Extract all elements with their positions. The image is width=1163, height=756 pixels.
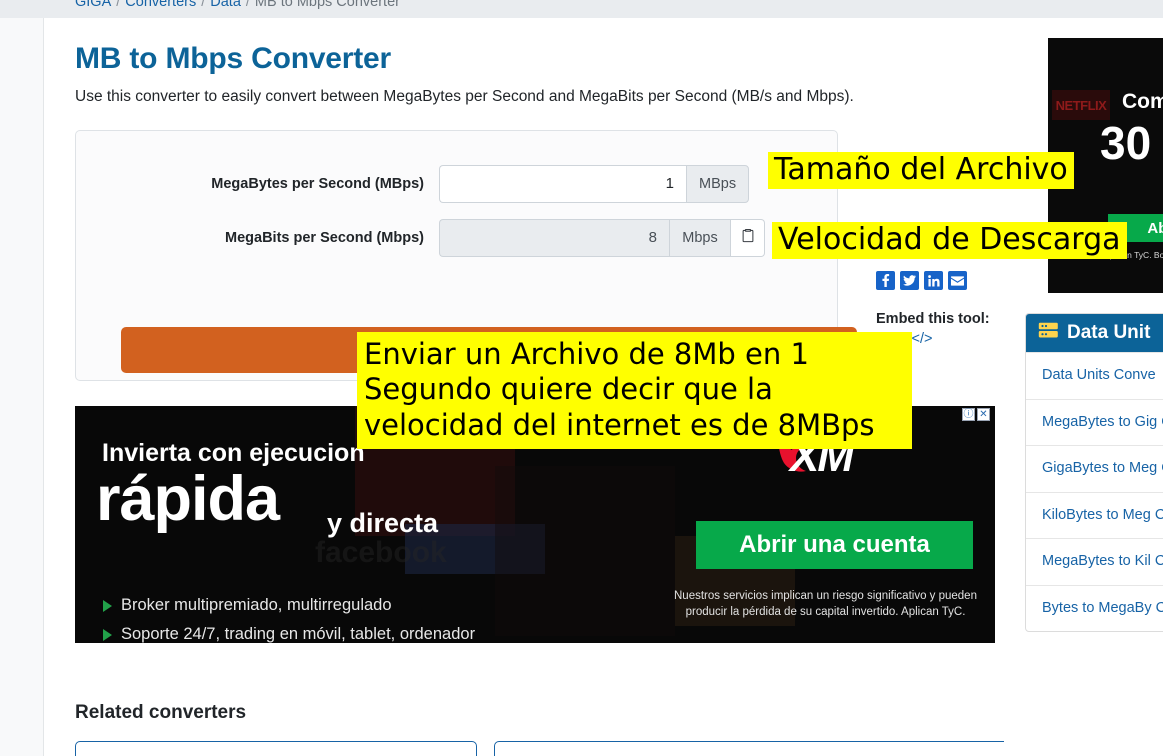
breadcrumb-current: MB to Mbps Converter (254, 0, 400, 10)
ad-disclaimer: Nuestros servicios implican un riesgo si… (674, 590, 977, 618)
converter-output-row: MegaBits per Second (Mbps) 8 Mbps (76, 219, 837, 259)
breadcrumb-separator: / (116, 0, 121, 10)
converter-input-row: MegaBytes per Second (MBps) 1 MBps (76, 165, 837, 205)
close-icon[interactable]: ✕ (977, 408, 990, 421)
linkedin-icon[interactable] (924, 271, 943, 290)
ad-bullet-text: Broker multipremiado, multirregulado (121, 596, 392, 614)
page-root: GIGA / Converters / Data / MB to Mbps Converte… (0, 0, 1163, 756)
embed-title: Embed this tool: (876, 311, 990, 327)
related-converters-title: Related converters (75, 702, 247, 723)
input-unit-label: MBps (686, 165, 750, 203)
annotation-note: Enviar un Archivo de 8Mb en 1 Segundo qu… (357, 332, 912, 450)
sidebar-item-gb-to-mb[interactable]: GigaBytes to Meg Converter (1026, 445, 1163, 492)
ad-headline-2: rápida (96, 464, 280, 534)
twitter-icon[interactable] (900, 271, 919, 290)
left-gutter (0, 18, 44, 756)
input-row-label: MegaBytes per Second (MBps) (211, 176, 424, 192)
output-row-label: MegaBits per Second (Mbps) (225, 230, 424, 246)
breadcrumb-separator: / (201, 0, 206, 10)
sidebar-item-mb-to-kb[interactable]: MegaBytes to Kil Converter (1026, 538, 1163, 585)
breadcrumb-separator: / (245, 0, 250, 10)
breadcrumb-item-converters[interactable]: Converters (125, 0, 196, 10)
output-field-group: 8 Mbps (439, 219, 765, 257)
ad-bullet: Soporte 24/7, trading en móvil, tablet, … (103, 625, 475, 644)
sidebar-item-data-units[interactable]: Data Units Conve (1026, 352, 1163, 399)
page-title: MB to Mbps Converter (75, 42, 392, 75)
mbps-input[interactable]: 1 (439, 165, 686, 203)
rail-ad-line-2: 30 (1100, 117, 1152, 169)
annotation-file-size: Tamaño del Archivo (768, 152, 1074, 189)
email-icon[interactable] (948, 271, 967, 290)
ad-headline-3: y directa (327, 508, 439, 538)
sidebar-item-bytes-to-mb[interactable]: Bytes to MegaBy Converter (1026, 584, 1163, 632)
widget-header: Data Unit (1026, 314, 1163, 352)
rail-ad-line-1: Comien (1122, 90, 1163, 113)
mbit-output[interactable]: 8 (439, 219, 669, 257)
related-converter-card[interactable] (75, 741, 477, 756)
ad-bullet-text: Soporte 24/7, trading en móvil, tablet, … (121, 625, 476, 643)
widget-header-label: Data Unit (1067, 322, 1151, 343)
triangle-icon (103, 628, 112, 641)
right-sidebar: NETFLIX Comien 30 gr Abrir u Aplican TyC… (1004, 18, 1163, 756)
ad-bg-watermark: facebook (315, 536, 447, 569)
sidebar-item-mb-to-gb[interactable]: MegaBytes to Gig Converter (1026, 398, 1163, 446)
ad-controls[interactable]: ⓘ ✕ (962, 408, 990, 421)
breadcrumb-item-data[interactable]: Data (210, 0, 241, 10)
ad-bullet: Broker multipremiado, multirregulado (103, 596, 392, 615)
data-unit-widget: Data Unit Data Units Conve MegaBytes to … (1025, 313, 1163, 633)
input-field-group: 1 MBps (439, 165, 750, 203)
page-description: Use this converter to easily convert bet… (75, 88, 854, 105)
breadcrumb-item-giga[interactable]: GIGA (75, 0, 111, 10)
copy-button[interactable] (731, 219, 765, 257)
server-icon (1038, 322, 1059, 345)
sidebar-item-kb-to-mb[interactable]: KiloBytes to Meg Converter (1026, 491, 1163, 539)
ad-cta-button[interactable]: Abrir una cuenta (696, 521, 973, 569)
share-icons (876, 271, 1006, 290)
breadcrumb: GIGA / Converters / Data / MB to Mbps Converte… (75, 0, 400, 10)
annotation-download-speed: Velocidad de Descarga (772, 222, 1127, 259)
ad-bg-tile (495, 466, 675, 636)
triangle-icon (103, 599, 112, 612)
clipboard-icon (741, 228, 755, 248)
related-converter-card[interactable] (494, 741, 1072, 756)
info-icon[interactable]: ⓘ (962, 408, 975, 421)
facebook-icon[interactable] (876, 271, 895, 290)
output-unit-label: Mbps (669, 219, 731, 257)
